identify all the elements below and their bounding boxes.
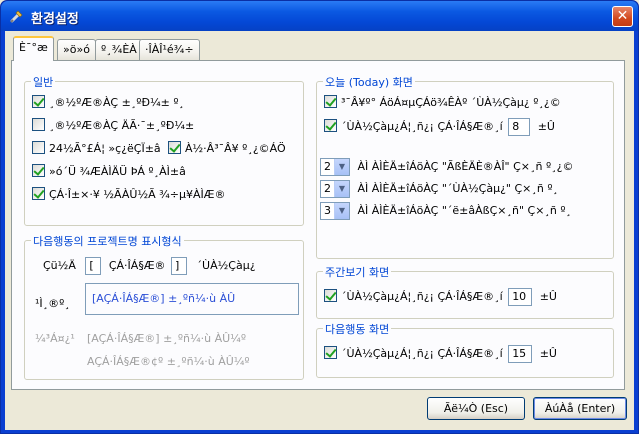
wrench-icon [10, 10, 23, 23]
option-label: À½·Â³¯Â¥ º¸¿©ÁÖ [185, 142, 286, 155]
days-combo-2[interactable]: 2 ▼ [320, 180, 350, 198]
days-combo-1[interactable]: 2 ▼ [320, 158, 350, 176]
cancel-button[interactable]: Ãë¼Ò (Esc) [427, 397, 525, 420]
general-group: 일반 ¸®½ºÆ®ÀÇ ±¸ºÐ¼± º¸ ¸®½ºÆ®ÀÇ ÄÃ·¯±¸ºÐ¼… [24, 74, 304, 226]
weekly-length-input[interactable]: 10 [508, 288, 533, 306]
next-screen-legend: 다음행동 화면 [323, 321, 392, 337]
opt-startup-update[interactable]: ÇÁ·Î±×·¥ ½ÃÀÛ½Ã ¾÷µ¥ÀÌÆ® [32, 187, 225, 203]
checkbox[interactable] [32, 118, 45, 131]
option-label: 24½Ã°£Á¦ »ç¿ëÇÏ±â [49, 142, 161, 155]
chevron-down-icon[interactable]: ▼ [334, 203, 349, 219]
next-screen-group: 다음행동 화면 ´ÙÀ½Çàµ¿Á¦¸ñ¿¡ ÇÁ·ÎÁ§Æ®¸í 15 ±Û [316, 321, 614, 378]
sub-example-2: AÇÁ·ÎÁ§Æ®¢º ±¸ºñ¼­·ù ÀÛ¼º [87, 355, 250, 368]
project-format-group: 다음행동의 프로젝트명 표시형식 Çü½Ä [ ÇÁ·ÎÁ§Æ® ] ´ÙÀ½Ç… [24, 233, 304, 380]
unit-label: ±Û [539, 290, 557, 303]
next-length-input[interactable]: 15 [508, 345, 533, 363]
dialog-body: È¯°æ »ö»ó º¸¾ÈÀ ·ÎÀÎ¹é¾÷ 일반 ¸®½ºÆ®ÀÇ ±¸º… [5, 31, 634, 430]
checkbox[interactable] [32, 141, 45, 154]
tab-label: ·ÎÀÎ¹é¾÷ [145, 43, 194, 56]
tab-label: »ö»ó [63, 43, 90, 56]
bracket-close-input[interactable]: ] [171, 257, 188, 275]
title-bar[interactable]: 환경설정 ✕ [1, 1, 638, 31]
opt-next-project-len[interactable]: ´ÙÀ½Çàµ¿Á¦¸ñ¿¡ ÇÁ·ÎÁ§Æ®¸í 15 ±Û [324, 344, 557, 364]
opt-top-icons[interactable]: »ó´Ü ¾ÆÀÌÄÜ ÞÁ º¸ÀÌ±â [32, 164, 186, 180]
combo-value: 2 [324, 182, 331, 195]
option-label: ³¯Â¥º° ÁöÁ¤µÇÁö¾ÊÀº ´ÙÀ½Çàµ¿ º¸¿© [341, 96, 561, 109]
sub-label: ¼³Á¤¿¹ [35, 332, 75, 345]
tab-security[interactable]: º¸¾ÈÀ [95, 39, 143, 60]
project-label: ÇÁ·ÎÁ§Æ® [108, 259, 166, 272]
combo-value: 2 [324, 160, 331, 173]
option-label: ¸®½ºÆ®ÀÇ ÄÃ·¯±¸ºÐ¼± [49, 119, 195, 132]
tab-environment[interactable]: È¯°æ [13, 36, 54, 61]
checkbox[interactable] [32, 187, 45, 200]
option-label: ´ÙÀ½Çàµ¿Á¦¸ñ¿¡ ÇÁ·ÎÁ§Æ®¸í [341, 290, 503, 303]
checkbox[interactable] [32, 164, 45, 177]
combo-value: 3 [324, 204, 331, 217]
option-label: »ó´Ü ¾ÆÀÌÄÜ ÞÁ º¸ÀÌ±â [49, 165, 186, 178]
unit-label: ±Û [539, 347, 557, 360]
combo-label: ÀÌ ÀÌÈÄ±îÁöÀÇ "´ë±âÀßÇ×¸ñ" Ç×¸ñ º¸ [357, 204, 572, 217]
unit-label: ±Û [537, 120, 555, 133]
close-icon: ✕ [616, 8, 629, 24]
combo-row-2: 2 ▼ ÀÌ ÀÌÈÄ±îÁöÀÇ "´ÙÀ½Çàµ¿" Ç×¸ñ º¸ [320, 179, 558, 199]
general-legend: 일반 [31, 74, 56, 90]
tab-panel: 일반 ¸®½ºÆ®ÀÇ ±¸ºÐ¼± º¸ ¸®½ºÆ®ÀÇ ÄÃ·¯±¸ºÐ¼… [11, 60, 625, 390]
chevron-down-icon[interactable]: ▼ [334, 181, 349, 197]
today-legend: 오늘 (Today) 화면 [323, 74, 415, 90]
option-label: ´ÙÀ½Çàµ¿Á¦¸ñ¿¡ ÇÁ·ÎÁ§Æ®¸í [341, 347, 503, 360]
opt-today-undated[interactable]: ³¯Â¥º° ÁöÁ¤µÇÁö¾ÊÀº ´ÙÀ½Çàµ¿ º¸¿© [324, 95, 561, 111]
tab-label: È¯°æ [19, 41, 48, 54]
format-row: Çü½Ä [ ÇÁ·ÎÁ§Æ® ] ´ÙÀ½Çàµ¿ [43, 256, 256, 276]
tab-label: º¸¾ÈÀ [101, 43, 137, 56]
option-label: ¸®½ºÆ®ÀÇ ±¸ºÐ¼± º¸ [49, 96, 185, 109]
weekly-legend: 주간보기 화면 [323, 264, 392, 280]
checkbox[interactable] [324, 346, 337, 359]
chevron-down-icon[interactable]: ▼ [334, 159, 349, 175]
bracket-open-input[interactable]: [ [85, 257, 102, 275]
checkbox[interactable] [324, 289, 337, 302]
format-preview: [AÇÁ·ÎÁ§Æ®] ±¸ºñ¼­·ù ÀÛ [85, 283, 299, 315]
opt-weekly-project-len[interactable]: ´ÙÀ½Çàµ¿Á¦¸ñ¿¡ ÇÁ·ÎÁ§Æ®¸í 10 ±Û [324, 287, 557, 307]
combo-row-3: 3 ▼ ÀÌ ÀÌÈÄ±îÁöÀÇ "´ë±âÀßÇ×¸ñ" Ç×¸ñ º¸ [320, 201, 571, 221]
combo-row-1: 2 ▼ ÀÌ ÀÌÈÄ±îÁöÀÇ "ÃßÈÄÈ®ÀÎ" Ç×¸ñ º¸¿© [320, 157, 574, 177]
close-button[interactable]: ✕ [612, 6, 633, 27]
settings-window: 환경설정 ✕ È¯°æ »ö»ó º¸¾ÈÀ ·ÎÀÎ¹é¾÷ 일반 ¸®½ºÆ… [0, 0, 639, 434]
tab-color[interactable]: »ö»ó [57, 39, 96, 60]
sub-example-1: [AÇÁ·ÎÁ§Æ®] ±¸ºñ¼­·ù ÀÛ¼º [87, 332, 247, 345]
weekly-group: 주간보기 화면 ´ÙÀ½Çàµ¿Á¦¸ñ¿¡ ÇÁ·ÎÁ§Æ®¸í 10 ±Û [316, 264, 614, 319]
today-length-input[interactable]: 8 [508, 118, 531, 136]
opt-today-project-len[interactable]: ´ÙÀ½Çàµ¿Á¦¸ñ¿¡ ÇÁ·ÎÁ§Æ®¸í 8 ±Û [324, 117, 555, 137]
next-action-label: ´ÙÀ½Çàµ¿ [196, 259, 256, 272]
tab-backup[interactable]: ·ÎÀÎ¹é¾÷ [139, 39, 200, 60]
opt-24hour[interactable]: 24½Ã°£Á¦ »ç¿ëÇÏ±â [32, 141, 161, 157]
window-title: 환경설정 [31, 12, 79, 27]
opt-list-color-divider[interactable]: ¸®½ºÆ®ÀÇ ÄÃ·¯±¸ºÐ¼± [32, 118, 194, 134]
checkbox[interactable] [324, 95, 337, 108]
checkbox[interactable] [324, 119, 337, 132]
days-combo-3[interactable]: 3 ▼ [320, 202, 350, 220]
format-label: Çü½Ä [43, 259, 76, 272]
example-label: ¹Ì¸®º¸ [35, 297, 70, 310]
combo-label: ÀÌ ÀÌÈÄ±îÁöÀÇ "´ÙÀ½Çàµ¿" Ç×¸ñ º¸ [357, 182, 559, 195]
today-group: 오늘 (Today) 화면 ³¯Â¥º° ÁöÁ¤µÇÁö¾ÊÀº ´ÙÀ½Çà… [316, 74, 614, 259]
checkbox[interactable] [32, 95, 45, 108]
checkbox[interactable] [168, 141, 181, 154]
project-format-legend: 다음행동의 프로젝트명 표시형식 [31, 233, 184, 249]
option-label: ÇÁ·Î±×·¥ ½ÃÀÛ½Ã ¾÷µ¥ÀÌÆ® [49, 188, 226, 201]
opt-lunar-date[interactable]: À½·Â³¯Â¥ º¸¿©ÁÖ [168, 141, 286, 157]
combo-label: ÀÌ ÀÌÈÄ±îÁöÀÇ "ÃßÈÄÈ®ÀÎ" Ç×¸ñ º¸¿© [357, 160, 574, 173]
option-label: ´ÙÀ½Çàµ¿Á¦¸ñ¿¡ ÇÁ·ÎÁ§Æ®¸í [341, 120, 503, 133]
save-button[interactable]: ÀúÀå (Enter) [533, 397, 627, 420]
opt-list-divider[interactable]: ¸®½ºÆ®ÀÇ ±¸ºÐ¼± º¸ [32, 95, 184, 111]
